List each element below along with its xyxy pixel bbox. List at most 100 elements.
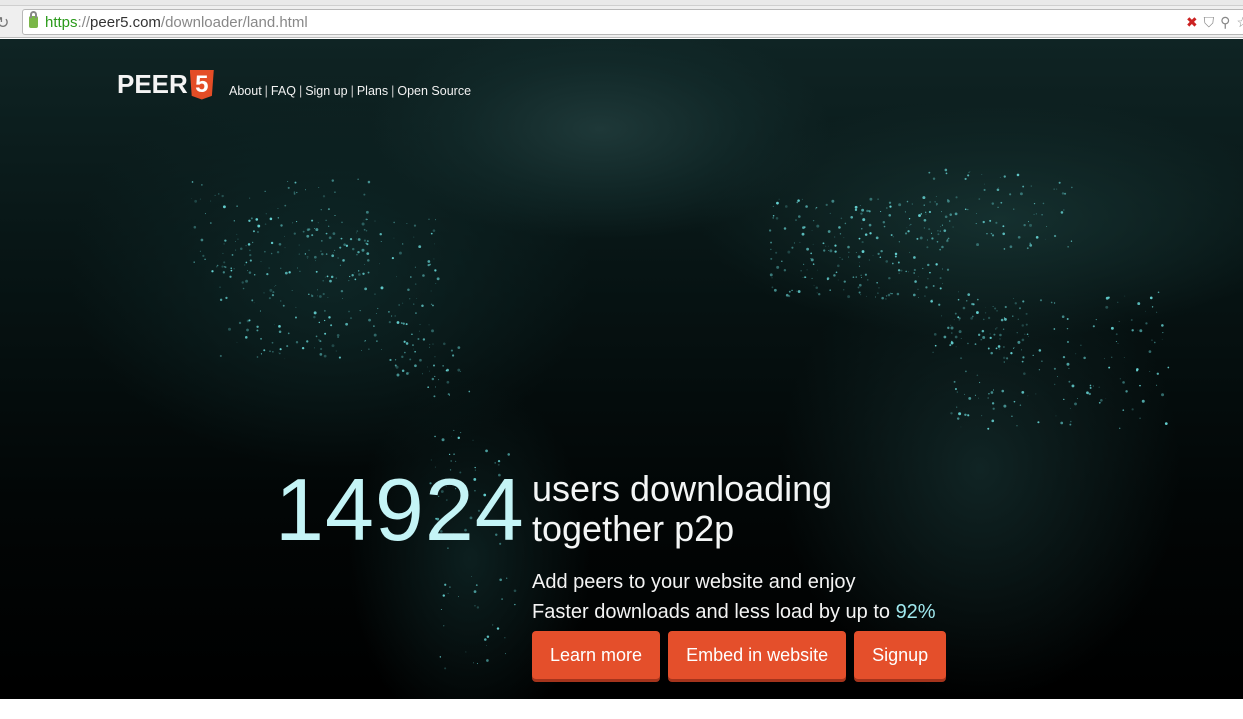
- city-light: [932, 285, 935, 287]
- city-light: [947, 326, 950, 330]
- city-light: [393, 221, 396, 224]
- city-light: [941, 245, 944, 249]
- city-light: [307, 258, 308, 260]
- city-light: [405, 323, 408, 326]
- city-light: [465, 651, 467, 653]
- nav-sign-up[interactable]: Sign up: [305, 84, 347, 98]
- city-light: [377, 307, 379, 310]
- city-light: [812, 243, 814, 245]
- city-light: [318, 321, 321, 324]
- city-light: [294, 316, 297, 319]
- city-light: [847, 295, 851, 299]
- city-light: [984, 183, 986, 185]
- city-light: [900, 269, 903, 272]
- city-light: [460, 432, 462, 434]
- city-light: [435, 283, 437, 284]
- city-light: [797, 199, 800, 202]
- city-light: [320, 250, 322, 252]
- city-light: [936, 204, 938, 206]
- city-light: [320, 208, 322, 211]
- reload-icon[interactable]: ↻: [0, 13, 10, 32]
- star-icon[interactable]: ☆: [1236, 14, 1243, 31]
- city-light: [1058, 181, 1061, 184]
- logo[interactable]: PEER 5: [117, 69, 214, 100]
- tagline-line-1: Add peers to your website and enjoy: [532, 571, 856, 593]
- city-light: [413, 236, 415, 238]
- city-light: [930, 299, 933, 303]
- city-light: [998, 186, 999, 188]
- city-light: [898, 272, 900, 274]
- city-light: [433, 364, 435, 367]
- signup-button[interactable]: Signup: [854, 631, 947, 679]
- city-light: [864, 273, 868, 276]
- city-light: [325, 219, 327, 221]
- city-light: [514, 603, 516, 606]
- extension-blocked-icon[interactable]: ✖: [1186, 14, 1198, 31]
- city-light: [982, 220, 985, 224]
- city-light: [1061, 315, 1065, 319]
- city-light: [334, 249, 336, 251]
- city-light: [457, 346, 461, 349]
- city-light: [284, 204, 287, 207]
- city-light: [815, 206, 818, 209]
- city-light: [1092, 385, 1095, 387]
- city-light: [358, 273, 361, 276]
- city-light: [923, 218, 927, 222]
- city-light: [1024, 333, 1026, 335]
- learn-more-button[interactable]: Learn more: [532, 631, 661, 679]
- city-light: [922, 196, 926, 200]
- city-light: [828, 250, 829, 251]
- city-light: [260, 261, 262, 262]
- city-light: [860, 212, 863, 215]
- nav-faq[interactable]: FAQ: [271, 84, 296, 98]
- city-light: [328, 236, 332, 240]
- city-light: [1115, 333, 1118, 336]
- city-light: [451, 354, 455, 357]
- city-light: [970, 316, 973, 320]
- city-light: [963, 393, 965, 395]
- city-light: [837, 279, 839, 281]
- city-light: [960, 426, 962, 428]
- city-light: [1019, 307, 1021, 310]
- city-light: [293, 191, 296, 193]
- url-text[interactable]: https://peer5.com/downloader/land.html: [45, 14, 308, 31]
- city-light: [199, 198, 201, 200]
- nav-plans[interactable]: Plans: [357, 84, 388, 98]
- city-light: [1068, 367, 1070, 370]
- embed-in-website-button[interactable]: Embed in website: [668, 631, 847, 679]
- city-light: [373, 333, 377, 337]
- city-light: [338, 356, 341, 359]
- shield-icon[interactable]: ⛉: [1204, 14, 1215, 31]
- search-icon[interactable]: ⚲: [1220, 14, 1230, 31]
- nav-open-source[interactable]: Open Source: [397, 84, 471, 98]
- city-light: [854, 208, 858, 212]
- city-light: [216, 264, 219, 267]
- city-light: [422, 274, 425, 277]
- nav-about[interactable]: About: [229, 84, 262, 98]
- city-light: [442, 342, 446, 346]
- city-light: [1110, 326, 1114, 330]
- city-light: [1050, 301, 1053, 304]
- city-light: [771, 277, 773, 279]
- city-light: [365, 242, 368, 245]
- city-light: [305, 189, 306, 191]
- address-bar[interactable]: https://peer5.com/downloader/land.html ✖…: [22, 9, 1243, 35]
- city-light: [1021, 349, 1023, 351]
- city-light: [317, 295, 318, 297]
- city-light: [958, 330, 962, 334]
- city-light: [937, 229, 939, 232]
- city-light: [357, 178, 359, 181]
- city-light: [249, 259, 252, 262]
- city-light: [327, 208, 330, 211]
- city-light: [1016, 425, 1018, 427]
- city-light: [280, 300, 282, 302]
- city-light: [909, 224, 911, 226]
- city-light: [1063, 398, 1065, 401]
- city-light: [953, 319, 955, 321]
- city-light: [984, 312, 987, 314]
- city-light: [897, 261, 900, 264]
- city-light: [912, 293, 916, 297]
- city-light: [812, 219, 815, 222]
- city-light: [401, 355, 404, 359]
- city-light: [957, 316, 960, 319]
